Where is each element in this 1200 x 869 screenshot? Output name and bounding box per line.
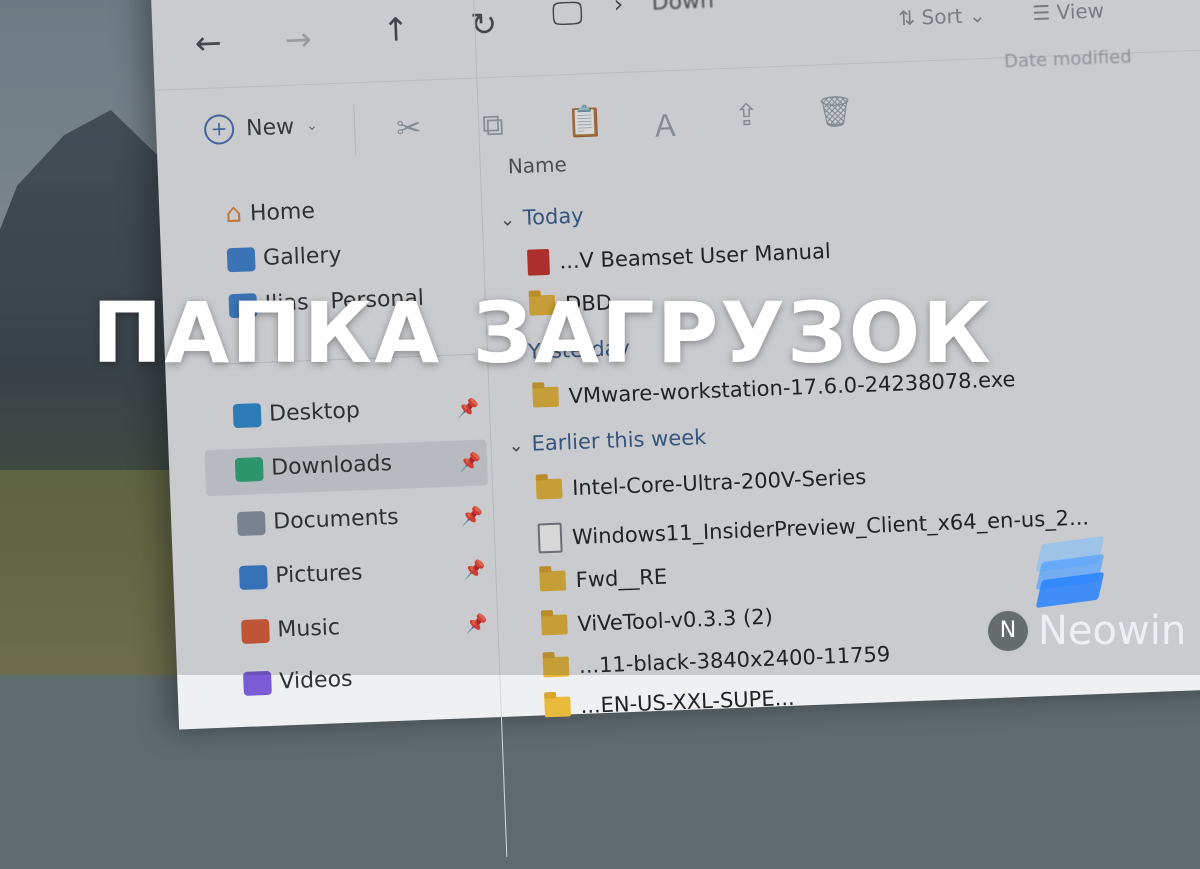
column-header-name[interactable]: Name [507,152,567,178]
folder-icon [539,570,567,592]
delete-icon[interactable]: 🗑 [815,94,854,130]
neowin-logo: N Neowin [980,535,1190,656]
pin-icon[interactable]: 📌 [465,614,488,636]
file-row[interactable]: ...EN-US-XXL-SUPE... [544,686,795,720]
file-name: Intel-Core-Ultra-200V-Series [571,464,867,501]
music-icon [240,618,270,644]
downloads-icon [234,456,264,482]
sidebar: ⌂ Home Gallery Ilias - Personal Desktop … [158,0,508,857]
sidebar-item-music[interactable]: Music [240,615,341,644]
group-header-today[interactable]: ⌄ Today [499,204,584,231]
group-header-earlier-this-week[interactable]: ⌄ Earlier this week [508,425,707,457]
chevron-down-icon: ⌄ [305,117,319,135]
view-button[interactable]: ☰ View [1032,0,1105,25]
sidebar-item-pictures[interactable]: Pictures [238,560,363,590]
view-label: View [1056,0,1105,25]
folder-icon [544,696,571,718]
file-row[interactable]: ...11-black-3840x2400-11759 [542,642,891,679]
breadcrumb-current[interactable]: Down [651,0,714,16]
logo-wordmark: N Neowin [986,608,1186,654]
videos-icon [242,670,272,696]
folder-icon [541,614,568,636]
chevron-down-icon: ⌄ [499,209,516,231]
sidebar-item-desktop[interactable]: Desktop [232,398,361,428]
file-row[interactable]: Intel-Core-Ultra-200V-Series [535,464,867,502]
neowin-circle-icon: N [986,609,1030,653]
gallery-icon [226,246,256,272]
sidebar-item-home[interactable]: ⌂ Home [225,196,316,229]
plus-icon: + [203,113,235,146]
file-row[interactable]: ...V Beamset User Manual [527,238,831,276]
paste-icon[interactable]: 📋 [565,104,604,140]
arrow-right-icon[interactable]: → [284,20,312,59]
cut-icon[interactable]: ✂ [396,111,422,147]
home-icon: ⌂ [224,198,243,230]
pictures-icon [238,564,268,590]
file-name: ...V Beamset User Manual [559,239,832,274]
sidebar-item-label: Music [276,615,341,643]
sidebar-item-gallery[interactable]: Gallery [226,242,342,272]
arrow-up-icon[interactable]: ↑ [382,10,410,49]
desktop-icon [232,402,262,428]
chevron-down-icon: ⌄ [508,435,525,457]
sidebar-item-documents[interactable]: Documents [236,504,400,536]
file-row[interactable]: Fwd__RE [539,564,668,594]
toolbar-separator [353,103,357,156]
file-name: ViVeTool-v0.3.3 (2) [576,604,774,637]
folder-icon [542,656,570,678]
arrow-left-icon[interactable]: ← [194,23,222,62]
sidebar-item-videos[interactable]: Videos [242,666,353,696]
sort-button[interactable]: ⇅ Sort ⌄ [898,3,986,30]
sidebar-item-label: Pictures [274,560,363,589]
file-name: Fwd__RE [575,564,668,593]
file-name: ...11-black-3840x2400-11759 [578,642,891,679]
share-icon[interactable]: ⇪ [733,98,759,134]
sidebar-item-label: Documents [272,504,400,535]
file-row[interactable]: ViVeTool-v0.3.3 (2) [541,605,773,638]
pin-icon[interactable]: 📌 [461,506,484,528]
group-label: Earlier this week [531,424,707,456]
pin-icon[interactable]: 📌 [457,398,480,420]
copy-icon[interactable]: ⧉ [482,108,505,144]
sidebar-item-label: Home [249,198,316,226]
folder-icon [535,478,563,500]
group-label: Today [522,203,585,230]
headline: ПАПКА ЗАГРУЗОК [92,284,993,382]
document-icon [537,522,563,554]
sort-label: Sort [921,3,963,30]
sidebar-item-label: Downloads [270,451,393,481]
pin-icon[interactable]: 📌 [463,560,486,582]
new-button-label: New [245,114,295,141]
new-button[interactable]: + New ⌄ [203,111,319,146]
brand-name: Neowin [1038,608,1187,654]
documents-icon [236,510,266,536]
pdf-icon [527,248,550,276]
file-name: ...EN-US-XXL-SUPE... [580,685,796,719]
sidebar-item-label: Videos [278,666,353,695]
monitor-icon[interactable]: 🖵 [551,0,583,34]
rename-icon[interactable]: Ａ [649,101,681,146]
folder-icon [532,386,560,408]
chevron-right-icon: › [613,0,624,19]
pin-icon[interactable]: 📌 [459,452,482,474]
sidebar-item-label: Gallery [262,242,342,271]
sidebar-item-label: Desktop [268,398,361,427]
